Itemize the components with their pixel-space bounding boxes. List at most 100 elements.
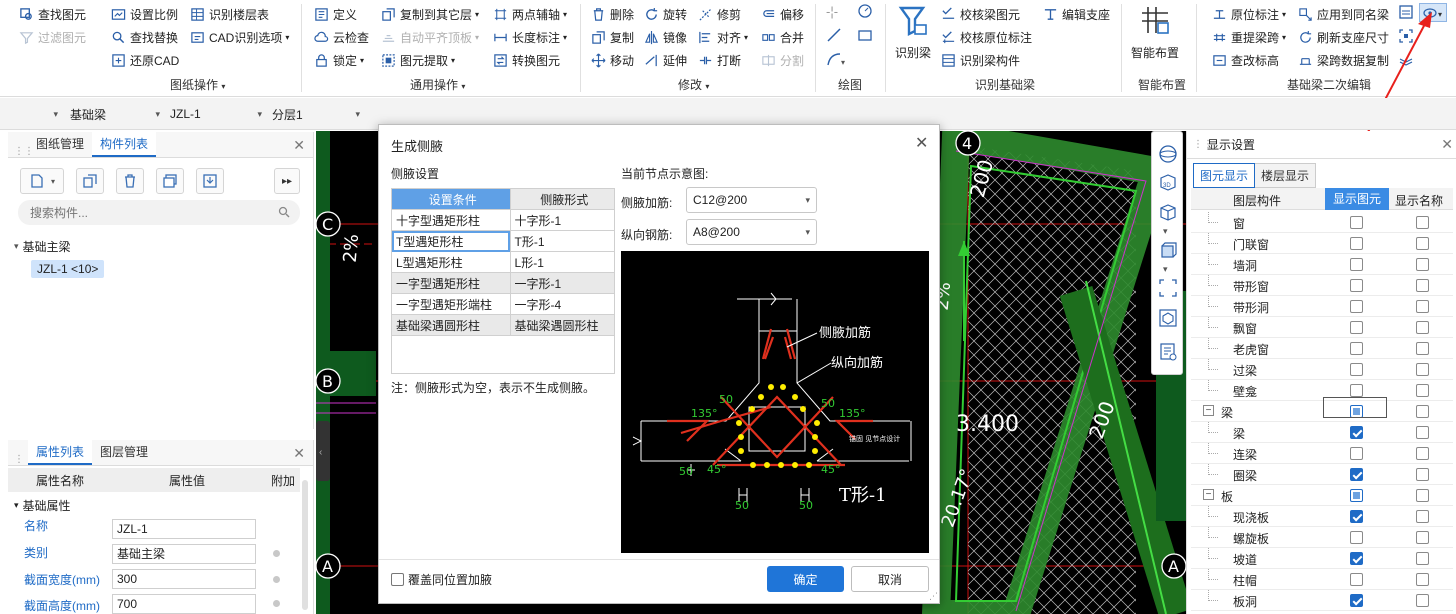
more-button[interactable]: ▸▸ xyxy=(274,168,300,194)
tree-child-jzl[interactable]: JZL-1 <10> xyxy=(31,260,105,278)
copy-to-floor-dropdown[interactable]: 复制到其它层 ▾ xyxy=(380,3,479,25)
show-name-checkbox[interactable] xyxy=(1416,279,1429,292)
resize-grip-icon[interactable]: ⋰ xyxy=(929,591,938,602)
prop-width-value[interactable]: 300 xyxy=(112,569,256,589)
set-scale-button[interactable]: 设置比例 xyxy=(110,3,178,25)
list-item[interactable]: 螺旋板 xyxy=(1191,527,1453,548)
prop-category-value[interactable]: 基础主梁 xyxy=(112,544,256,564)
list-item[interactable]: 老虎窗 xyxy=(1191,338,1453,359)
list-item[interactable]: 带形窗 xyxy=(1191,275,1453,296)
list-item[interactable]: − 板 xyxy=(1191,485,1453,506)
point-icon[interactable]: -¦- xyxy=(826,4,838,19)
tab-element-display[interactable]: 图元显示 xyxy=(1193,163,1256,188)
cube-icon[interactable] xyxy=(1158,202,1178,222)
display-settings-icon[interactable] xyxy=(1158,342,1178,362)
check-beam-element-button[interactable]: 校核梁图元 xyxy=(940,3,1020,25)
grip-icon[interactable]: ⋮⋮ xyxy=(14,146,34,157)
rect-icon[interactable] xyxy=(857,27,873,46)
cancel-button[interactable]: 取消 xyxy=(851,566,929,592)
collapse-icon[interactable]: − xyxy=(1203,405,1214,416)
expand-icon[interactable]: ▾ xyxy=(14,241,19,252)
show-element-checkbox[interactable] xyxy=(1350,489,1363,502)
show-name-checkbox[interactable] xyxy=(1416,384,1429,397)
lock-dropdown[interactable]: 锁定 ▾ xyxy=(313,49,364,71)
list-item[interactable]: 门联窗 xyxy=(1191,233,1453,254)
show-element-checkbox[interactable] xyxy=(1350,573,1363,586)
edit-support-button[interactable]: 编辑支座 xyxy=(1042,3,1110,25)
list-item[interactable]: 窗 xyxy=(1191,212,1453,233)
find-element-button[interactable]: 查找图元 xyxy=(18,3,86,25)
delete-button[interactable]: 删除 xyxy=(590,3,634,25)
list-item[interactable]: − 梁 xyxy=(1191,401,1453,422)
ok-button[interactable]: 确定 xyxy=(767,566,844,592)
box-view-icon[interactable] xyxy=(1158,240,1178,260)
mirror-button[interactable]: 镜像 xyxy=(643,26,687,48)
scrollbar[interactable] xyxy=(302,480,308,610)
select-frame-icon[interactable] xyxy=(1158,278,1178,298)
copy-layer-button[interactable] xyxy=(156,168,184,194)
show-name-checkbox[interactable] xyxy=(1416,426,1429,439)
find-replace-button[interactable]: 查找替换 xyxy=(110,26,178,48)
rotate-button[interactable]: 旋转 xyxy=(643,3,687,25)
break-button[interactable]: 打断 xyxy=(697,49,741,71)
line-icon[interactable] xyxy=(826,27,842,46)
show-name-checkbox[interactable] xyxy=(1416,594,1429,607)
list-item[interactable]: 墙洞 xyxy=(1191,254,1453,275)
show-element-checkbox[interactable] xyxy=(1350,342,1363,355)
show-element-checkbox[interactable] xyxy=(1350,447,1363,460)
component-type-combo[interactable]: 基础梁 ▾ xyxy=(66,103,164,125)
layer-combo[interactable]: 分层1 ▾ xyxy=(268,103,364,125)
table-row[interactable]: 基础梁遇圆形柱 基础梁遇圆形柱 xyxy=(391,314,616,336)
show-name-checkbox[interactable] xyxy=(1416,447,1429,460)
close-icon[interactable]: ✕ xyxy=(293,137,305,154)
search-input[interactable] xyxy=(30,205,270,220)
show-element-checkbox[interactable] xyxy=(1350,510,1363,523)
convert-element-button[interactable]: 转换图元 xyxy=(492,49,560,71)
show-name-checkbox[interactable] xyxy=(1416,342,1429,355)
show-name-checkbox[interactable] xyxy=(1416,531,1429,544)
extend-button[interactable]: 延伸 xyxy=(643,49,687,71)
list-item[interactable]: 现浇板 xyxy=(1191,506,1453,527)
list-item[interactable]: 柱帽 xyxy=(1191,569,1453,590)
two-point-axis-dropdown[interactable]: 两点辅轴 ▾ xyxy=(492,3,567,25)
offset-button[interactable]: 偏移 xyxy=(760,3,804,25)
move-button[interactable]: 移动 xyxy=(590,49,634,71)
cover-same-position-checkbox[interactable]: 覆盖同位置加腋 xyxy=(391,571,492,588)
attach-dot[interactable] xyxy=(273,600,280,607)
table-row[interactable]: 十字型遇矩形柱 十字形-1 xyxy=(391,209,616,231)
cad-options-dropdown[interactable]: CAD识别选项 ▾ xyxy=(189,26,289,48)
show-name-checkbox[interactable] xyxy=(1416,237,1429,250)
collapse-icon[interactable]: ▾ xyxy=(14,500,19,511)
view-3d-icon[interactable]: 3D xyxy=(1158,172,1178,192)
attach-dot[interactable] xyxy=(273,550,280,557)
trim-button[interactable]: 修剪 xyxy=(697,3,741,25)
show-name-checkbox[interactable] xyxy=(1416,363,1429,376)
list-item[interactable]: 梁 xyxy=(1191,422,1453,443)
extract-element-dropdown[interactable]: 图元提取 ▾ xyxy=(380,49,455,71)
group-modify[interactable]: 修改 ▾ xyxy=(678,76,709,93)
show-element-checkbox[interactable] xyxy=(1350,552,1363,565)
search-box[interactable] xyxy=(18,200,300,225)
chevron-down-icon[interactable]: ▾ xyxy=(1163,226,1168,237)
show-element-checkbox[interactable] xyxy=(1350,363,1363,376)
orbit-icon[interactable] xyxy=(1158,144,1178,164)
property-section[interactable]: ▾ 基础属性 xyxy=(14,494,71,516)
grip-icon[interactable]: ⋮⋮ xyxy=(14,454,34,465)
show-name-checkbox[interactable] xyxy=(1416,468,1429,481)
list-item[interactable]: 飘窗 xyxy=(1191,317,1453,338)
floor-combo[interactable]: ▾ xyxy=(0,103,62,125)
import-component-button[interactable] xyxy=(196,168,224,194)
show-name-checkbox[interactable] xyxy=(1416,321,1429,334)
list-item[interactable]: 连梁 xyxy=(1191,443,1453,464)
show-name-checkbox[interactable] xyxy=(1416,489,1429,502)
group-general-ops[interactable]: 通用操作 ▾ xyxy=(410,76,465,93)
show-element-checkbox[interactable] xyxy=(1350,300,1363,313)
close-icon[interactable]: ✕ xyxy=(1441,136,1453,153)
split-button[interactable]: 分割 xyxy=(760,49,804,71)
show-element-checkbox[interactable] xyxy=(1350,321,1363,334)
show-name-checkbox[interactable] xyxy=(1416,552,1429,565)
show-element-checkbox[interactable] xyxy=(1350,279,1363,292)
table-row[interactable]: T型遇矩形柱 T形-1 xyxy=(391,230,616,252)
show-name-checkbox[interactable] xyxy=(1416,258,1429,271)
show-element-checkbox[interactable] xyxy=(1350,426,1363,439)
